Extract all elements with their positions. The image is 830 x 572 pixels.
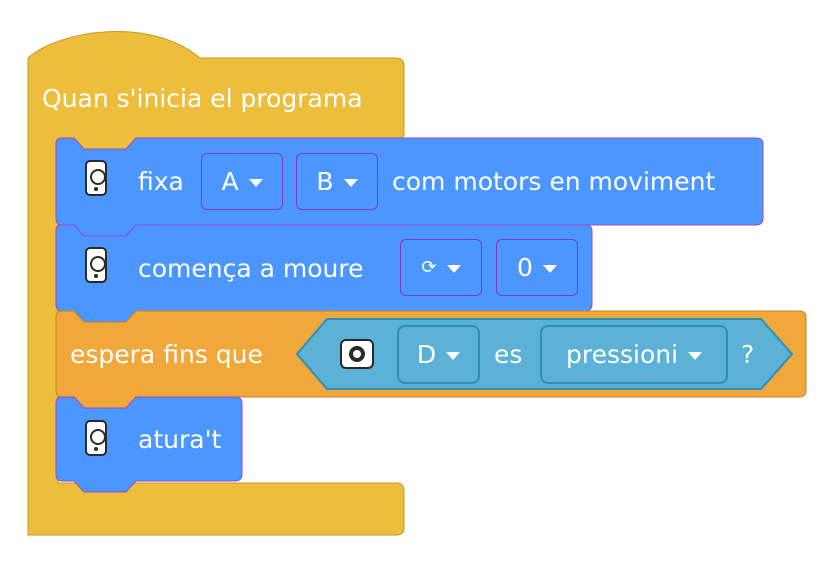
direction-dropdown[interactable]: ⟳ <box>400 239 482 296</box>
chevron-down-icon <box>446 351 461 360</box>
motor-port-a-value: A <box>221 167 239 196</box>
set-motors-prefix-label: fixa <box>138 167 184 196</box>
motor-port-b-dropdown[interactable]: B <box>296 153 378 210</box>
chevron-down-icon <box>542 264 557 273</box>
start-moving-label: comença a moure <box>138 254 364 283</box>
motor-hub-icon <box>85 420 107 456</box>
set-motors-suffix-label: com motors en moviment <box>392 167 716 196</box>
sensor-state-dropdown[interactable]: pressioni <box>540 325 728 384</box>
stop-label: atura't <box>138 425 222 454</box>
motor-hub-icon <box>85 247 107 283</box>
sensor-connector-label: es <box>494 340 523 369</box>
wait-until-label: espera fins que <box>70 340 263 369</box>
sensor-port-value: D <box>416 340 437 369</box>
motor-hub-icon <box>85 160 107 196</box>
sensor-state-value: pressioni <box>565 340 679 369</box>
motor-port-b-value: B <box>316 167 334 196</box>
chevron-down-icon <box>248 178 263 187</box>
rotate-clockwise-icon: ⟳ <box>421 257 437 278</box>
question-mark-label: ? <box>741 340 755 369</box>
amount-value: 0 <box>517 253 533 282</box>
sensor-port-dropdown[interactable]: D <box>397 325 480 384</box>
chevron-down-icon <box>688 351 703 360</box>
chevron-down-icon <box>343 178 358 187</box>
chevron-down-icon <box>446 264 461 273</box>
hat-block-label: Quan s'inicia el programa <box>42 84 363 113</box>
motor-port-a-dropdown[interactable]: A <box>201 153 283 210</box>
amount-dropdown[interactable]: 0 <box>496 239 578 296</box>
force-sensor-icon <box>340 339 374 369</box>
